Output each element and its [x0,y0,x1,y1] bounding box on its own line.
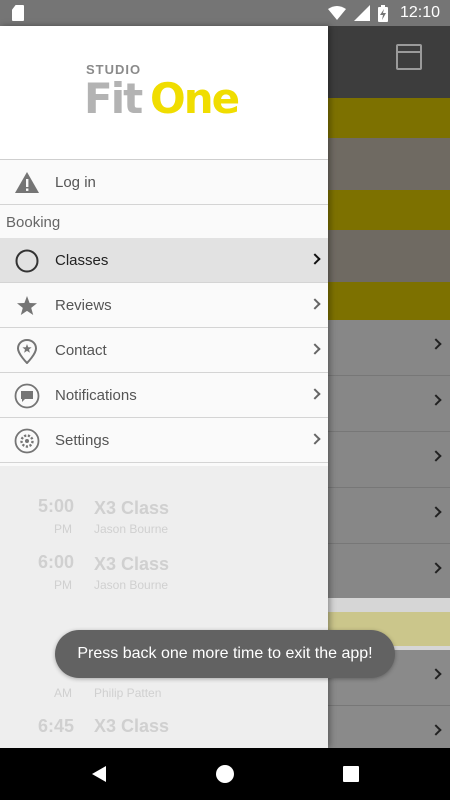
home-icon[interactable] [216,765,234,783]
chevron-right-icon [309,298,321,310]
battery-charging-icon [377,4,388,22]
bg-class: X3 Class [94,498,170,518]
drawer-item-label: Notifications [55,386,137,404]
logo-fit: Fit [84,74,143,123]
drawer-item-login[interactable]: Log in [0,160,328,205]
chevron-right-icon [309,253,321,265]
gear-icon [14,428,40,454]
warning-icon [15,172,39,193]
bg-class: X3 Class [94,554,170,574]
back-icon[interactable] [92,766,106,782]
drawer-item-label: Settings [55,431,110,449]
drawer-item-label: Reviews [55,296,112,314]
clock: 12:10 [399,4,440,21]
bg-time: 6:45 [38,716,75,736]
drawer-item-reviews[interactable]: Reviews [0,283,328,328]
star-icon [17,296,37,315]
bg-instructor: Philip Patten [94,686,162,700]
bg-ampm: AM [54,686,72,700]
signal-icon [353,5,370,21]
status-bar: 12:10 [0,0,450,26]
chevron-right-icon [309,388,321,400]
drawer-item-label: Contact [55,341,107,359]
calendar-icon[interactable] [396,44,422,70]
chat-bubble-icon [14,383,40,409]
recent-apps-icon[interactable] [343,766,359,782]
drawer-empty-area: 5:00 PM X3 Class Jason Bourne 6:00 PM X3… [0,466,328,748]
circle-icon [15,249,39,273]
wifi-icon [327,6,346,20]
drawer-item-classes[interactable]: Classes [0,238,328,283]
exit-toast: Press back one more time to exit the app… [55,630,395,678]
bg-time: 5:00 [38,496,75,516]
bg-class: X3 Class [94,716,170,736]
drawer-item-contact[interactable]: Contact [0,328,328,373]
logo-one: One [150,74,240,123]
drawer-item-notifications[interactable]: Notifications [0,373,328,418]
chevron-right-icon [309,433,321,445]
drawer-item-label: Classes [55,251,109,269]
bg-ampm: PM [54,578,72,592]
section-header-booking: Booking [6,214,61,231]
bg-instructor: Jason Bourne [94,522,169,536]
location-pin-icon [16,338,38,364]
drawer-item-settings[interactable]: Settings [0,418,328,463]
bg-time: 6:00 [38,552,75,572]
system-navigation-bar [0,748,450,800]
drawer-item-label: Log in [55,173,96,191]
drawer-header: STUDIO Fit One [0,26,328,160]
bg-instructor: Jason Bourne [94,578,169,592]
chevron-right-icon [309,343,321,355]
sd-card-icon [12,5,24,21]
bg-ampm: PM [54,522,72,536]
